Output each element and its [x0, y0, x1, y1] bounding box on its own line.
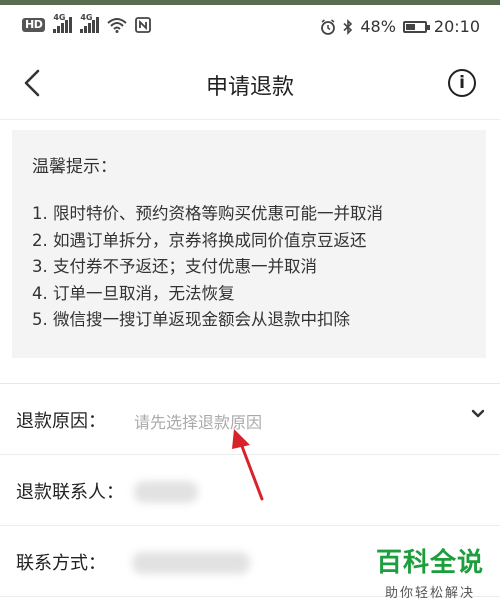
- tips-box: 温馨提示： 1. 限时特价、预约资格等购买优惠可能一并取消 2. 如遇订单拆分，…: [12, 130, 486, 358]
- tip-item: 5. 微信搜一搜订单返现金额会从退款中扣除: [32, 310, 350, 329]
- hd-badge: HD: [22, 18, 46, 32]
- red-arrow-annotation: [232, 429, 264, 501]
- refund-contact-label: 退款联系人：: [16, 482, 124, 503]
- tips-title: 温馨提示：: [32, 157, 117, 177]
- status-bar: HD 4G 4G 48% 20:10: [0, 5, 500, 47]
- signal-icon-2: 4G: [80, 13, 100, 33]
- chevron-down-icon[interactable]: [470, 406, 486, 422]
- tip-item: 2. 如遇订单拆分，京券将换成同价值京豆返还: [32, 230, 367, 250]
- tip-item: 1. 限时特价、预约资格等购买优惠可能一并取消: [32, 204, 383, 223]
- watermark-subtitle: 助你轻松解决: [384, 586, 475, 601]
- tip-item: 3. 支付券不予返还；支付优惠一并取消: [32, 257, 317, 276]
- page-title: 申请退款: [205, 75, 294, 100]
- wifi-icon: [107, 18, 128, 33]
- clock: 20:10: [433, 17, 480, 36]
- watermark-logo: 百科全说 助你轻松解决: [374, 548, 486, 601]
- watermark-title: 百科全说: [375, 548, 484, 578]
- bluetooth-icon: [343, 18, 353, 35]
- nfc-icon: [135, 17, 152, 33]
- alarm-icon: [321, 18, 336, 35]
- phone-number-field[interactable]: [132, 552, 250, 574]
- battery-fill: [405, 23, 415, 30]
- contact-method-label: 联系方式：: [16, 553, 106, 574]
- tips-list: 1. 限时特价、预约资格等购买优惠可能一并取消 2. 如遇订单拆分，京券将换成同…: [32, 201, 466, 334]
- battery-percent: 48%: [360, 17, 396, 36]
- nav-bar: 申请退款 i: [0, 47, 500, 120]
- refund-reason-label: 退款原因：: [16, 411, 106, 432]
- tip-item: 4. 订单一旦取消，无法恢复: [32, 283, 235, 303]
- info-icon[interactable]: i: [448, 69, 476, 97]
- signal-icon: 4G: [53, 13, 73, 33]
- battery-icon: [402, 20, 430, 33]
- contact-name-field[interactable]: [134, 481, 198, 503]
